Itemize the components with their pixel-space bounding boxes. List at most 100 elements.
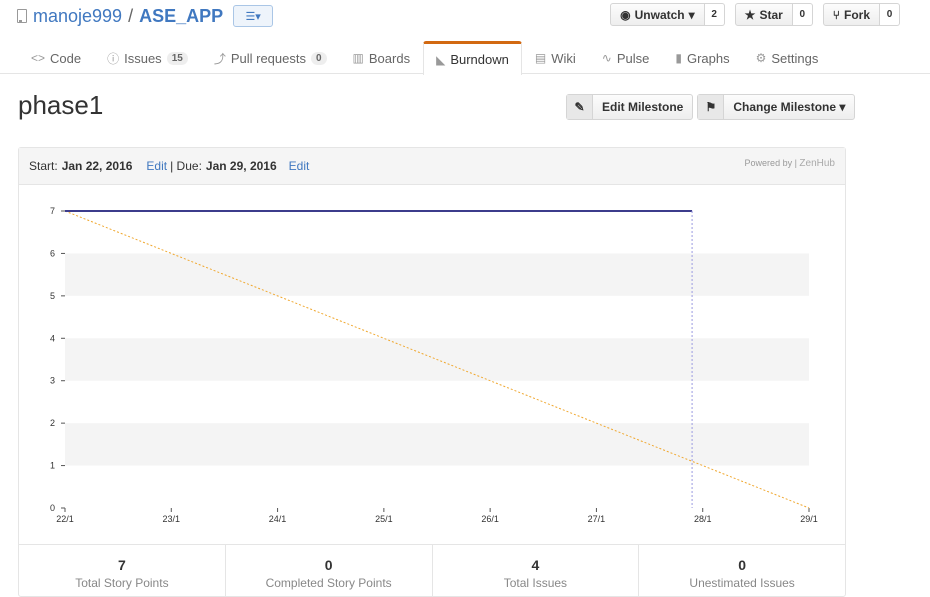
milestone-actions: ✎ Edit Milestone ⚑ Change Milestone ▾ xyxy=(566,94,856,120)
burndown-chart: 0 1 2 3 4 5 6 7 22/1 23/1 24/1 25/1 26/1 27/1 28/1 29/1 xyxy=(19,186,845,544)
tab-label: Issues xyxy=(124,50,162,66)
change-milestone-text: Change Milestone xyxy=(733,100,837,114)
tab-code[interactable]: <> Code xyxy=(18,41,94,74)
edit-milestone-button[interactable]: ✎ Edit Milestone xyxy=(566,94,694,120)
list-icon: ☰▾ xyxy=(245,10,261,23)
repo-actions: ◉ Unwatch ▾ 2 ★ Star 0 ⑂ Fork 0 xyxy=(610,3,900,26)
y-tick-label: 6 xyxy=(50,248,55,258)
stat-value: 0 xyxy=(324,557,333,573)
star-group: ★ Star 0 xyxy=(734,3,813,26)
burndown-panel: Start: Jan 22, 2016 Edit | Due: Jan 29, … xyxy=(18,147,846,597)
milestone-title: phase1 xyxy=(18,90,104,120)
tab-label: Code xyxy=(50,50,82,66)
repo-menu-button[interactable]: ☰▾ xyxy=(233,5,274,27)
tab-label: Graphs xyxy=(686,50,730,66)
panel-header: Start: Jan 22, 2016 Edit | Due: Jan 29, … xyxy=(19,148,845,185)
star-button[interactable]: ★ Star xyxy=(734,3,793,26)
x-tick-label: 27/1 xyxy=(588,514,606,524)
x-tick-label: 24/1 xyxy=(269,514,287,524)
y-tick-label: 5 xyxy=(50,291,55,301)
issue-icon: ⓘ xyxy=(107,51,120,66)
tab-issues[interactable]: ⓘ Issues 15 xyxy=(94,41,201,74)
tab-label: Wiki xyxy=(551,50,576,66)
stat-total-issues: 4 Total Issues xyxy=(433,545,640,596)
powered-by-text: Powered by xyxy=(744,158,793,168)
repo-owner-link[interactable]: manoje999 xyxy=(33,6,122,27)
stat-label: Unestimated Issues xyxy=(689,576,795,590)
x-tick-label: 26/1 xyxy=(481,514,499,524)
y-tick-label: 4 xyxy=(50,333,55,343)
fork-icon: ⑂ xyxy=(832,7,840,22)
stat-completed-story-points: 0 Completed Story Points xyxy=(226,545,433,596)
y-tick-label: 1 xyxy=(50,461,55,471)
tab-label: Burndown xyxy=(450,52,509,67)
change-milestone-button[interactable]: ⚑ Change Milestone ▾ xyxy=(697,94,856,120)
chart-band xyxy=(65,253,809,296)
fork-label: Fork xyxy=(843,7,870,22)
repo-name-link[interactable]: ASE_APP xyxy=(139,6,223,27)
due-label: | Due: xyxy=(170,159,202,173)
start-label: Start: xyxy=(29,159,58,173)
tab-label: Pull requests xyxy=(230,50,306,66)
tab-graphs[interactable]: ▮ Graphs xyxy=(662,41,742,74)
milestone-icon: ⚑ xyxy=(698,95,725,119)
edit-start-link[interactable]: Edit xyxy=(146,159,167,173)
tab-settings[interactable]: ⚙ Settings xyxy=(743,41,832,74)
burndown-chart-svg: 0 1 2 3 4 5 6 7 22/1 23/1 24/1 25/1 26/1 27/1 28/1 29/1 xyxy=(50,206,818,524)
graph-icon: ▮ xyxy=(675,51,682,65)
y-tick-label: 7 xyxy=(50,206,55,216)
fork-button[interactable]: ⑂ Fork xyxy=(822,3,880,26)
tab-label: Pulse xyxy=(616,50,650,66)
stat-value: 4 xyxy=(531,557,540,573)
edit-milestone-label: Edit Milestone xyxy=(602,100,684,114)
start-date: Jan 22, 2016 xyxy=(61,159,133,173)
pull-request-icon: ⤴ xyxy=(213,51,226,66)
watch-group: ◉ Unwatch ▾ 2 xyxy=(610,3,725,26)
tab-burndown[interactable]: ◣ Burndown xyxy=(423,41,522,75)
pencil-icon: ✎ xyxy=(567,95,593,119)
stat-total-story-points: 7 Total Story Points xyxy=(19,545,226,596)
x-tick-label: 29/1 xyxy=(800,514,818,524)
powered-by: Powered by | ZenHub xyxy=(744,158,835,169)
stats-bar: 7 Total Story Points 0 Completed Story P… xyxy=(19,544,845,596)
issues-count-badge: 15 xyxy=(166,51,188,65)
tab-wiki[interactable]: ▤ Wiki xyxy=(522,41,589,74)
fork-group: ⑂ Fork 0 xyxy=(822,3,900,26)
unwatch-label: Unwatch xyxy=(634,7,685,22)
tab-pull-requests[interactable]: ⤴ Pull requests 0 xyxy=(201,41,340,74)
tab-label: Boards xyxy=(368,50,411,66)
wiki-icon: ▤ xyxy=(534,51,547,65)
caret-down-icon: ▾ xyxy=(839,100,846,114)
boards-icon: ▥ xyxy=(352,51,364,65)
fork-count[interactable]: 0 xyxy=(880,3,900,26)
stat-label: Total Story Points xyxy=(75,576,169,590)
y-tick-label: 3 xyxy=(50,376,55,386)
stat-unestimated-issues: 0 Unestimated Issues xyxy=(639,545,845,596)
repo-header: manoje999 / ASE_APP ☰▾ ◉ Unwatch ▾ 2 ★ S… xyxy=(0,0,930,75)
tab-label: Settings xyxy=(771,50,819,66)
star-label: Star xyxy=(759,7,783,22)
edit-due-link[interactable]: Edit xyxy=(289,159,310,173)
unwatch-button[interactable]: ◉ Unwatch ▾ xyxy=(610,3,705,26)
x-tick-label: 25/1 xyxy=(375,514,393,524)
x-tick-label: 23/1 xyxy=(163,514,181,524)
zenhub-logo: ZenHub xyxy=(799,158,835,169)
stat-value: 7 xyxy=(117,557,126,573)
star-icon: ★ xyxy=(744,7,756,22)
code-icon: <> xyxy=(31,51,46,65)
repo-title: manoje999 / ASE_APP ☰▾ xyxy=(17,5,274,27)
star-count[interactable]: 0 xyxy=(792,3,813,26)
tab-pulse[interactable]: ∿ Pulse xyxy=(589,41,663,74)
due-date: Jan 29, 2016 xyxy=(205,159,277,173)
y-tick-label: 0 xyxy=(50,503,55,513)
pulse-icon: ∿ xyxy=(601,51,612,65)
pull-requests-count-badge: 0 xyxy=(310,51,327,65)
caret-down-icon: ▾ xyxy=(688,7,695,22)
stat-label: Completed Story Points xyxy=(265,576,392,590)
repo-nav: <> Code ⓘ Issues 15 ⤴ Pull requests 0 ▥ … xyxy=(18,41,832,75)
change-milestone-label: Change Milestone ▾ xyxy=(724,95,854,119)
stat-value: 0 xyxy=(738,557,747,573)
burndown-icon: ◣ xyxy=(436,52,446,67)
tab-boards[interactable]: ▥ Boards xyxy=(340,41,424,74)
watch-count[interactable]: 2 xyxy=(704,3,725,26)
